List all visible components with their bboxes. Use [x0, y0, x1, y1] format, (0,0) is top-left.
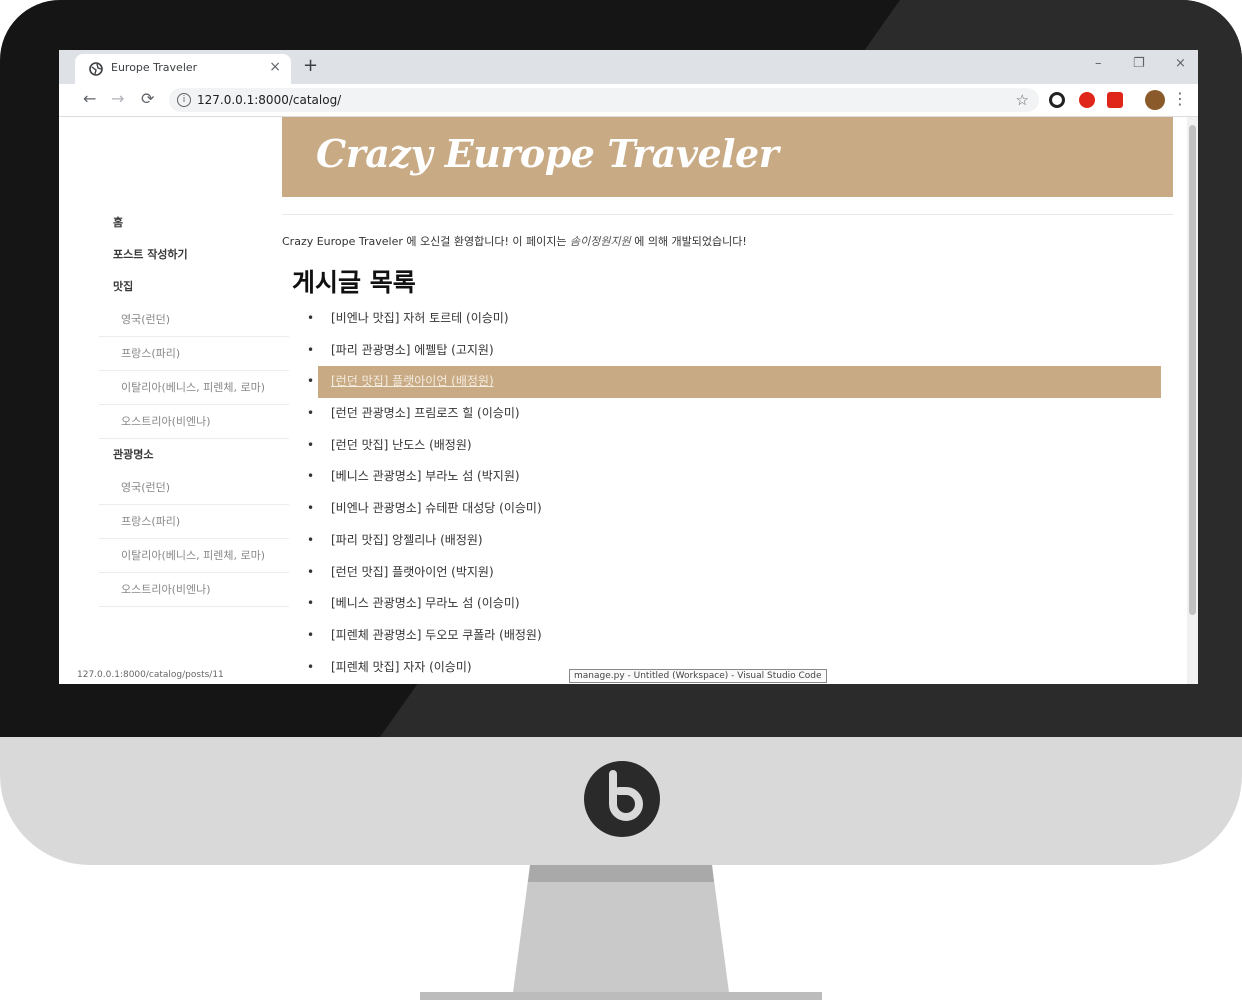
bookmark-star-icon[interactable]: ☆ [1016, 91, 1029, 109]
bullet: • [307, 342, 315, 357]
brand-logo [584, 761, 660, 837]
link-status-url: 127.0.0.1:8000/catalog/posts/11 [73, 668, 228, 682]
divider [282, 214, 1173, 215]
extension-record-icon[interactable] [1107, 92, 1123, 108]
opera-icon[interactable] [1079, 92, 1095, 108]
sidebar-item-food-vienna[interactable]: 오스트리아(비엔나) [99, 405, 289, 439]
post-link[interactable]: [런던 관광명소] 프림로즈 힐 (이승미) [318, 398, 1161, 430]
tab-strip: Europe Traveler × + – ❐ × [59, 50, 1198, 84]
sidebar-item-food-london[interactable]: 영국(런던) [99, 303, 289, 337]
list-item: • [피렌체 관광명소] 두오모 쿠폴라 (배정원) [299, 620, 1174, 652]
address-url[interactable]: 127.0.0.1:8000/catalog/ [197, 93, 341, 107]
sidebar-item-sights-vienna[interactable]: 오스트리아(비엔나) [99, 573, 289, 607]
list-item: • [런던 맛집] 플랫아이언 (배정원) [299, 366, 1174, 399]
welcome-suffix: 에 의해 개발되었습니다! [630, 235, 747, 248]
post-link[interactable]: [베니스 관광명소] 부라노 섬 (박지원) [318, 461, 1161, 493]
back-button[interactable]: ← [83, 89, 96, 108]
bullet: • [307, 501, 315, 516]
list-item: • [비엔나 맛집] 자허 토르테 (이승미) [299, 303, 1174, 335]
welcome-message: Crazy Europe Traveler 에 오신걸 환영합니다! 이 페이지… [282, 233, 747, 249]
list-item: • [런던 관광명소] 프림로즈 힐 (이승미) [299, 398, 1174, 430]
bullet: • [307, 659, 315, 674]
post-link[interactable]: [파리 관광명소] 에펠탑 (고지원) [318, 335, 1161, 367]
new-tab-button[interactable]: + [303, 55, 318, 76]
avatar[interactable] [1145, 90, 1165, 110]
sidebar-item-sights-london[interactable]: 영국(런던) [99, 471, 289, 505]
bullet: • [307, 532, 315, 547]
reload-button[interactable]: ⟳ [141, 89, 154, 108]
extension-sync-icon[interactable] [1049, 92, 1065, 108]
post-link[interactable]: [피렌체 관광명소] 두오모 쿠폴라 (배정원) [318, 620, 1161, 652]
list-item: • [파리 관광명소] 에펠탑 (고지원) [299, 335, 1174, 367]
minimize-button[interactable]: – [1095, 56, 1102, 71]
restore-button[interactable]: ❐ [1133, 56, 1145, 71]
bullet: • [307, 406, 315, 421]
sidebar-item-sights-paris[interactable]: 프랑스(파리) [99, 505, 289, 539]
post-link[interactable]: [런던 맛집] 플랫아이언 (박지원) [318, 557, 1161, 589]
scrollbar-thumb[interactable] [1189, 125, 1196, 615]
site-banner: Crazy Europe Traveler [282, 117, 1173, 197]
post-list-title: 게시글 목록 [292, 268, 416, 297]
post-link[interactable]: [런던 맛집] 난도스 (배정원) [318, 430, 1161, 462]
taskbar-tooltip: manage.py - Untitled (Workspace) - Visua… [569, 669, 827, 683]
browser-window: Europe Traveler × + – ❐ × ← → ⟳ i 127.0.… [59, 50, 1198, 684]
bullet: • [307, 311, 315, 325]
post-link[interactable]: [비엔나 맛집] 자허 토르테 (이승미) [318, 303, 1161, 335]
page-scrollbar[interactable] [1187, 117, 1198, 684]
sidebar-item-food-italy[interactable]: 이탈리아(베니스, 피렌체, 로마) [99, 371, 289, 405]
sidebar-item-food-paris[interactable]: 프랑스(파리) [99, 337, 289, 371]
bullet: • [307, 596, 315, 611]
site-title: Crazy Europe Traveler [316, 131, 779, 176]
list-item: • [파리 맛집] 앙젤리나 (배정원) [299, 525, 1174, 557]
sidebar-item-sights-italy[interactable]: 이탈리아(베니스, 피렌체, 로마) [99, 539, 289, 573]
address-bar[interactable]: i 127.0.0.1:8000/catalog/ ☆ [169, 88, 1039, 112]
post-link[interactable]: [비엔나 관광명소] 슈테판 대성당 (이승미) [318, 493, 1161, 525]
forward-button[interactable]: → [111, 89, 124, 108]
list-item: • [베니스 관광명소] 무라노 섬 (이승미) [299, 588, 1174, 620]
bullet: • [307, 564, 315, 579]
list-item: • [베니스 관광명소] 부라노 섬 (박지원) [299, 461, 1174, 493]
sidebar-item-home[interactable]: 홈 [99, 207, 289, 239]
sidebar-item-sights[interactable]: 관광명소 [99, 439, 289, 471]
sidebar: 홈 포스트 작성하기 맛집 영국(런던) 프랑스(파리) 이탈리아(베니스, 피… [99, 207, 289, 607]
list-item: • [런던 맛집] 플랫아이언 (박지원) [299, 557, 1174, 589]
bullet: • [307, 469, 315, 484]
tab-title: Europe Traveler [111, 61, 198, 74]
sidebar-item-write-post[interactable]: 포스트 작성하기 [99, 239, 289, 271]
menu-icon[interactable]: ⋮ [1172, 89, 1188, 108]
close-window-button[interactable]: × [1175, 56, 1186, 71]
post-link[interactable]: [파리 맛집] 앙젤리나 (배정원) [318, 525, 1161, 557]
welcome-prefix: Crazy Europe Traveler 에 오신걸 환영합니다! 이 페이지… [282, 235, 570, 248]
list-item: • [런던 맛집] 난도스 (배정원) [299, 430, 1174, 462]
post-list: • [비엔나 맛집] 자허 토르테 (이승미) • [파리 관광명소] 에펠탑 (고… [299, 303, 1174, 683]
tab-close-icon[interactable]: × [269, 59, 281, 75]
bullet: • [307, 374, 315, 389]
post-link[interactable]: [런던 맛집] 플랫아이언 (배정원) [318, 366, 1161, 399]
post-link[interactable]: [베니스 관광명소] 무라노 섬 (이승미) [318, 588, 1161, 620]
list-item: • [비엔나 관광명소] 슈테판 대성당 (이승미) [299, 493, 1174, 525]
page-content: Crazy Europe Traveler 홈 포스트 작성하기 맛집 영국(런… [59, 117, 1187, 684]
info-icon[interactable]: i [177, 93, 191, 107]
browser-toolbar: ← → ⟳ i 127.0.0.1:8000/catalog/ ☆ ⋮ [59, 84, 1198, 117]
globe-icon [89, 62, 103, 76]
sidebar-item-food[interactable]: 맛집 [99, 271, 289, 303]
monitor-stand [420, 865, 822, 1000]
bullet: • [307, 437, 315, 452]
developer-name: 솜이정원지원 [569, 235, 631, 248]
bullet: • [307, 627, 315, 642]
tab-europe-traveler[interactable]: Europe Traveler × [75, 54, 291, 84]
